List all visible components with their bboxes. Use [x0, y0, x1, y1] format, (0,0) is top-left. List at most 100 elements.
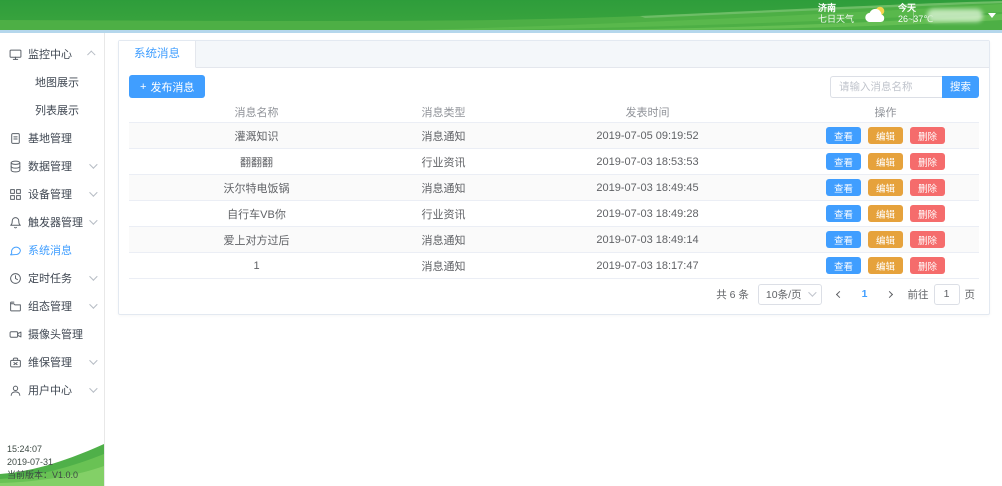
- cell-publish-time: 2019-07-05 09:19:52: [503, 130, 792, 142]
- main-content: 系统消息 + 发布消息 搜索 消息名称: [105, 33, 1002, 486]
- chevron-up-icon: [87, 50, 95, 58]
- chevron-down-icon: [808, 288, 816, 296]
- footer-info: 15:24:07 2019-07-31 当前版本：V1.0.0: [7, 443, 78, 482]
- view-button[interactable]: 查看: [826, 257, 861, 274]
- sidebar-item-system-messages[interactable]: 系统消息: [0, 236, 104, 264]
- sidebar-item-device-management[interactable]: 设备管理: [0, 180, 104, 208]
- sidebar-item-maintenance-management[interactable]: 维保管理: [0, 348, 104, 376]
- cell-publish-time: 2019-07-03 18:53:53: [503, 156, 792, 168]
- maintenance-icon: [9, 356, 22, 369]
- sidebar-item-monitor-center[interactable]: 监控中心: [0, 40, 104, 68]
- cell-publish-time: 2019-07-03 18:49:14: [503, 234, 792, 246]
- edit-button[interactable]: 编辑: [868, 153, 903, 170]
- goto-page-input[interactable]: [934, 284, 960, 305]
- cell-message-name: 翻翻翻: [129, 154, 384, 170]
- sun-cloud-icon: [863, 5, 889, 24]
- search-button[interactable]: 搜索: [942, 76, 979, 98]
- delete-button[interactable]: 删除: [910, 153, 945, 170]
- table-row: 灌溉知识 消息通知 2019-07-05 09:19:52 查看 编辑 删除: [129, 122, 979, 148]
- sidebar-item-label: 定时任务: [28, 270, 72, 286]
- cell-message-name: 沃尔特电饭锅: [129, 180, 384, 196]
- edit-button[interactable]: 编辑: [868, 257, 903, 274]
- chevron-down-icon: [89, 188, 97, 196]
- table-body: 灌溉知识 消息通知 2019-07-05 09:19:52 查看 编辑 删除 翻…: [129, 122, 979, 278]
- sidebar-item-scheduled-tasks[interactable]: 定时任务: [0, 264, 104, 292]
- cell-actions: 查看 编辑 删除: [792, 231, 979, 248]
- tab-bar: 系统消息: [119, 41, 989, 68]
- camera-icon: [9, 328, 22, 341]
- chevron-down-icon: [89, 216, 97, 224]
- cell-message-type: 行业资讯: [384, 206, 503, 222]
- next-page-button[interactable]: [881, 284, 899, 305]
- table-row: 沃尔特电饭锅 消息通知 2019-07-03 18:49:45 查看 编辑 删除: [129, 174, 979, 200]
- delete-button[interactable]: 删除: [910, 179, 945, 196]
- view-button[interactable]: 查看: [826, 127, 861, 144]
- sidebar-item-configuration-management[interactable]: 组态管理: [0, 292, 104, 320]
- sidebar-item-label: 数据管理: [28, 158, 72, 174]
- sidebar-item-map-display[interactable]: 地图展示: [0, 68, 104, 96]
- sidebar-item-label: 列表展示: [35, 102, 79, 118]
- app-root: 济南 七日天气 今天 26~37℃: [0, 0, 1002, 486]
- chevron-right-icon: [886, 290, 893, 297]
- delete-button[interactable]: 删除: [910, 127, 945, 144]
- cell-actions: 查看 编辑 删除: [792, 153, 979, 170]
- pagination: 共 6 条 10条/页 1 前往 页: [129, 278, 979, 309]
- cell-actions: 查看 编辑 删除: [792, 127, 979, 144]
- folder-icon: [9, 300, 22, 313]
- table-row: 爱上对方过后 消息通知 2019-07-03 18:49:14 查看 编辑 删除: [129, 226, 979, 252]
- database-icon: [9, 160, 22, 173]
- sidebar-item-label: 地图展示: [35, 74, 79, 90]
- table-header: 消息名称 消息类型 发表时间 操作: [129, 101, 979, 122]
- sidebar-item-label: 维保管理: [28, 354, 72, 370]
- view-button[interactable]: 查看: [826, 205, 861, 222]
- sidebar-item-data-management[interactable]: 数据管理: [0, 152, 104, 180]
- goto-label: 前往: [908, 287, 929, 302]
- edit-button[interactable]: 编辑: [868, 179, 903, 196]
- sidebar-item-label: 用户中心: [28, 382, 72, 398]
- cell-message-type: 消息通知: [384, 180, 503, 196]
- table-row: 1 消息通知 2019-07-03 18:17:47 查看 编辑 删除: [129, 252, 979, 278]
- sidebar-item-list-display[interactable]: 列表展示: [0, 96, 104, 124]
- footer-date: 2019-07-31: [7, 456, 78, 469]
- cell-message-name: 自行车VB你: [129, 206, 384, 222]
- sidebar: 监控中心 地图展示 列表展示 基地管理: [0, 33, 105, 486]
- weather-city: 济南: [818, 3, 854, 14]
- delete-button[interactable]: 删除: [910, 257, 945, 274]
- sidebar-item-user-center[interactable]: 用户中心: [0, 376, 104, 404]
- toolbar: + 发布消息 搜索: [129, 75, 979, 98]
- publish-message-button[interactable]: + 发布消息: [129, 75, 205, 98]
- edit-button[interactable]: 编辑: [868, 231, 903, 248]
- chevron-down-icon: [89, 160, 97, 168]
- view-button[interactable]: 查看: [826, 153, 861, 170]
- page-size-select[interactable]: 10条/页: [758, 284, 822, 305]
- sidebar-item-camera-management[interactable]: 摄像头管理: [0, 320, 104, 348]
- cell-message-type: 消息通知: [384, 128, 503, 144]
- delete-button[interactable]: 删除: [910, 231, 945, 248]
- view-button[interactable]: 查看: [826, 231, 861, 248]
- prev-page-button[interactable]: [831, 284, 849, 305]
- current-page[interactable]: 1: [858, 288, 872, 300]
- column-actions: 操作: [792, 104, 979, 120]
- edit-button[interactable]: 编辑: [868, 127, 903, 144]
- sidebar-item-label: 基地管理: [28, 130, 72, 146]
- search-input[interactable]: [830, 76, 942, 98]
- top-header: 济南 七日天气 今天 26~37℃: [0, 0, 1002, 30]
- cell-message-type: 行业资讯: [384, 154, 503, 170]
- delete-button[interactable]: 删除: [910, 205, 945, 222]
- tab-system-messages[interactable]: 系统消息: [119, 41, 196, 68]
- chevron-down-icon: [89, 356, 97, 364]
- content-card: 系统消息 + 发布消息 搜索 消息名称: [118, 40, 990, 315]
- edit-button[interactable]: 编辑: [868, 205, 903, 222]
- column-publish-time: 发表时间: [503, 104, 792, 120]
- user-dropdown[interactable]: [913, 0, 996, 30]
- column-message-type: 消息类型: [384, 104, 503, 120]
- sidebar-item-label: 监控中心: [28, 46, 72, 62]
- clipboard-icon: [9, 132, 22, 145]
- caret-down-icon: [988, 13, 996, 18]
- sidebar-item-label: 设备管理: [28, 186, 72, 202]
- sidebar-item-base-management[interactable]: 基地管理: [0, 124, 104, 152]
- cell-actions: 查看 编辑 删除: [792, 179, 979, 196]
- view-button[interactable]: 查看: [826, 179, 861, 196]
- sidebar-item-trigger-management[interactable]: 触发器管理: [0, 208, 104, 236]
- cell-message-type: 消息通知: [384, 258, 503, 274]
